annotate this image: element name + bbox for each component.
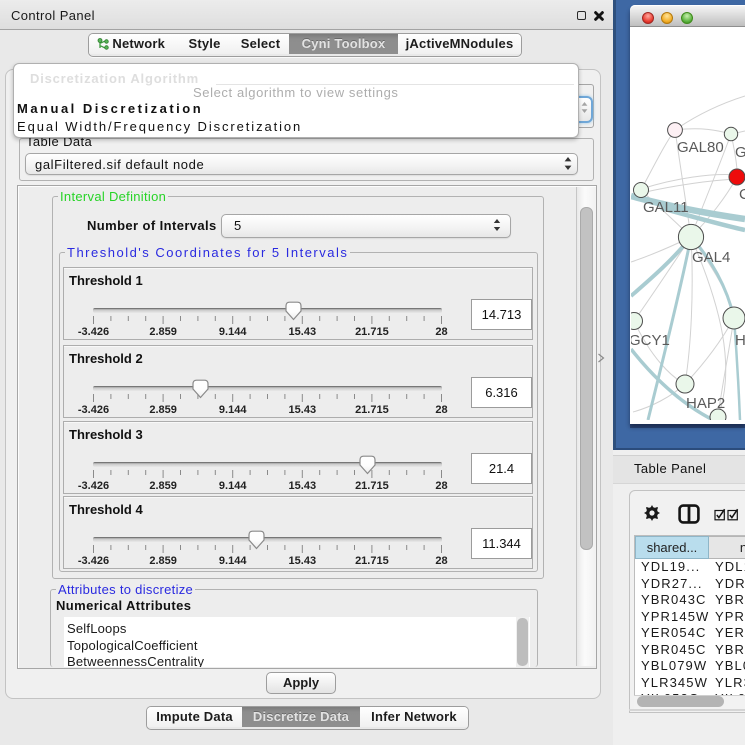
svg-text:HAP2: HAP2 (686, 395, 725, 412)
svg-text:GCY1: GCY1 (631, 332, 670, 349)
svg-text:GA: GA (735, 144, 745, 161)
svg-text:GAL11: GAL11 (643, 199, 689, 216)
svg-text:GAL4: GAL4 (692, 249, 730, 266)
svg-text:H: H (735, 332, 745, 349)
svg-text:C: C (739, 186, 745, 203)
svg-text:GAL80: GAL80 (677, 139, 724, 156)
